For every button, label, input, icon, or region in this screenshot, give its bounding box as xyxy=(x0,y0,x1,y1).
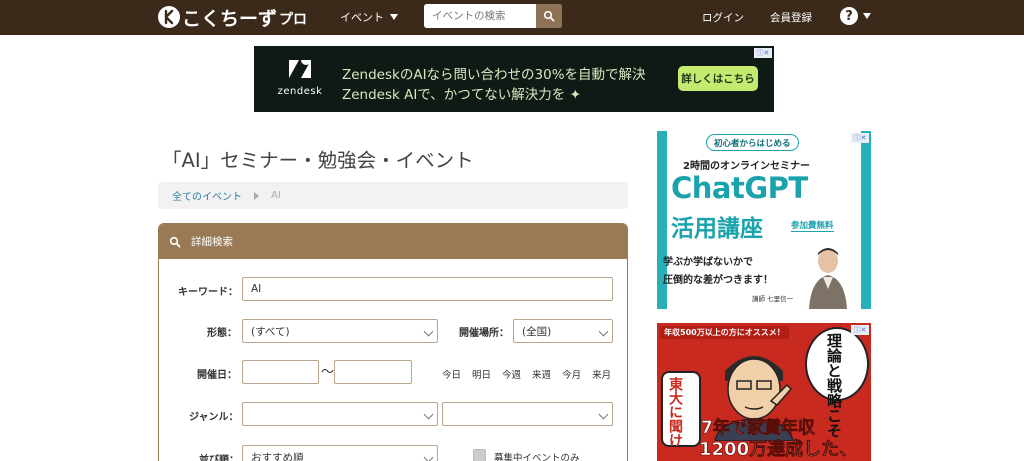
breadcrumb: 全てのイベント AI xyxy=(158,182,628,209)
chatgpt-ad-subtitle: 2時間のオンラインセミナー xyxy=(683,161,810,172)
top-navigation-bar: こくちーず プロ イベント ログイン 会員登録 ? xyxy=(0,0,1024,35)
date-shortcut-this-month[interactable]: 今月 xyxy=(562,367,581,381)
chevron-down-icon xyxy=(423,452,434,461)
chevron-down-icon xyxy=(598,326,609,337)
recruiting-only-checkbox[interactable] xyxy=(473,449,486,461)
chevron-down-icon xyxy=(423,409,434,420)
chevron-down-icon xyxy=(423,326,434,337)
date-to-input[interactable] xyxy=(334,360,412,384)
breadcrumb-separator-icon xyxy=(254,191,259,200)
caret-down-icon xyxy=(863,13,871,19)
ad-headline-1: ZendeskのAIなら問い合わせの30%を自動で解決 xyxy=(342,67,646,83)
date-shortcut-today[interactable]: 今日 xyxy=(442,367,461,381)
date-from-input[interactable] xyxy=(242,360,319,384)
site-logo[interactable]: こくちーず プロ xyxy=(158,5,308,30)
ad-cta-button[interactable]: 詳しくはこちら xyxy=(678,66,758,91)
sort-label: 並び順： xyxy=(199,455,239,461)
date-shortcut-this-week[interactable]: 今週 xyxy=(502,367,521,381)
search-icon xyxy=(169,236,181,248)
help-menu-dropdown[interactable]: ? xyxy=(840,7,871,25)
date-range-separator: 〜 xyxy=(321,365,335,380)
chatgpt-ad-copy-2: 圧倒的な差がつきます！ xyxy=(663,275,773,286)
zendesk-banner-ad[interactable]: zendesk ZendeskのAIなら問い合わせの30%を自動で解決 Zend… xyxy=(254,46,774,112)
real-estate-ad-headline-2: 1200万達成した、 xyxy=(699,439,858,461)
genre-select-secondary[interactable] xyxy=(442,402,613,426)
event-search-input[interactable] xyxy=(424,4,536,28)
keyword-label: キーワード： xyxy=(178,287,238,298)
chatgpt-ad-title-2: 活用講座 xyxy=(671,216,763,242)
page-title: 「AI」セミナー・勉強会・イベント xyxy=(162,149,474,172)
speech-bubble-2-text: 東大に聞け！ xyxy=(667,377,683,461)
date-shortcut-tomorrow[interactable]: 明日 xyxy=(472,367,491,381)
speech-bubble-1-text: 理論と戦略こそ xyxy=(825,333,843,438)
search-button[interactable] xyxy=(536,4,562,28)
zendesk-mark-icon xyxy=(289,60,311,78)
date-shortcut-next-week[interactable]: 来週 xyxy=(532,367,551,381)
logo-text: こくちーず xyxy=(182,7,278,30)
header-search xyxy=(424,4,562,28)
sort-select-value: おすすめ順 xyxy=(251,451,304,461)
breadcrumb-current: AI xyxy=(271,190,281,201)
date-shortcut-next-month[interactable]: 来月 xyxy=(592,367,611,381)
event-menu-label: イベント xyxy=(340,11,384,24)
chatgpt-ad-free-label: 参加費無料 xyxy=(791,221,834,232)
logo-sub-text: プロ xyxy=(279,12,308,28)
instructor-portrait xyxy=(809,248,847,309)
format-select[interactable]: (すべて) xyxy=(242,319,438,343)
breadcrumb-all-events-link[interactable]: 全てのイベント xyxy=(172,188,242,203)
date-label: 開催日： xyxy=(197,370,237,381)
genre-label: ジャンル： xyxy=(189,412,239,423)
chatgpt-ad-instructor: 講師 七里信一 xyxy=(752,295,794,303)
location-select-value: (全国) xyxy=(522,325,552,338)
recruiting-only-label[interactable]: 募集中イベントのみ xyxy=(494,450,580,461)
ad-headline-2: Zendesk AIで、かつてない解決力を ✦ xyxy=(342,87,581,103)
keyword-value: AI xyxy=(251,283,262,295)
chatgpt-ad-title: ChatGPT xyxy=(671,171,808,205)
chevron-down-icon xyxy=(598,409,609,420)
advanced-search-header: 詳細検索 xyxy=(159,224,627,259)
real-estate-ad[interactable]: 年収500万以上の方にオススメ！ 理論と戦略こそ 東大に聞け！ 7年で家賃年収 … xyxy=(657,323,871,461)
register-link[interactable]: 会員登録 xyxy=(770,10,812,25)
sort-select[interactable]: おすすめ順 xyxy=(242,445,438,461)
keyword-input[interactable]: AI xyxy=(242,277,613,301)
format-select-value: (すべて) xyxy=(251,325,290,338)
format-label: 形態： xyxy=(207,328,237,339)
real-estate-ad-top-text: 年収500万以上の方にオススメ！ xyxy=(660,326,789,339)
caret-down-icon xyxy=(390,14,398,20)
chatgpt-ad-copy-1: 学ぶか学ばないかで xyxy=(663,257,753,268)
advanced-search-title: 詳細検索 xyxy=(191,236,233,248)
help-icon: ? xyxy=(840,7,858,25)
genre-select-primary[interactable] xyxy=(242,402,438,426)
logo-icon xyxy=(158,6,180,28)
adchoices-icon[interactable]: ⓘ✕ xyxy=(851,325,869,335)
adchoices-icon[interactable]: ⓘ✕ xyxy=(754,48,772,58)
location-select[interactable]: (全国) xyxy=(513,319,613,343)
event-menu-dropdown[interactable]: イベント xyxy=(340,9,398,25)
zendesk-logo: zendesk xyxy=(270,58,330,97)
chatgpt-seminar-ad[interactable]: 初心者からはじめる 2時間のオンラインセミナー ChatGPT 活用講座 参加費… xyxy=(657,131,871,309)
chatgpt-ad-badge: 初心者からはじめる xyxy=(706,134,799,151)
zendesk-brand-text: zendesk xyxy=(277,86,323,97)
search-icon xyxy=(543,10,555,22)
date-shortcut-links: 今日 明日 今週 来週 今月 来月 xyxy=(442,367,611,381)
login-link[interactable]: ログイン xyxy=(702,10,744,25)
adchoices-icon[interactable]: ⓘ✕ xyxy=(851,133,869,143)
location-label: 開催場所： xyxy=(459,328,509,339)
